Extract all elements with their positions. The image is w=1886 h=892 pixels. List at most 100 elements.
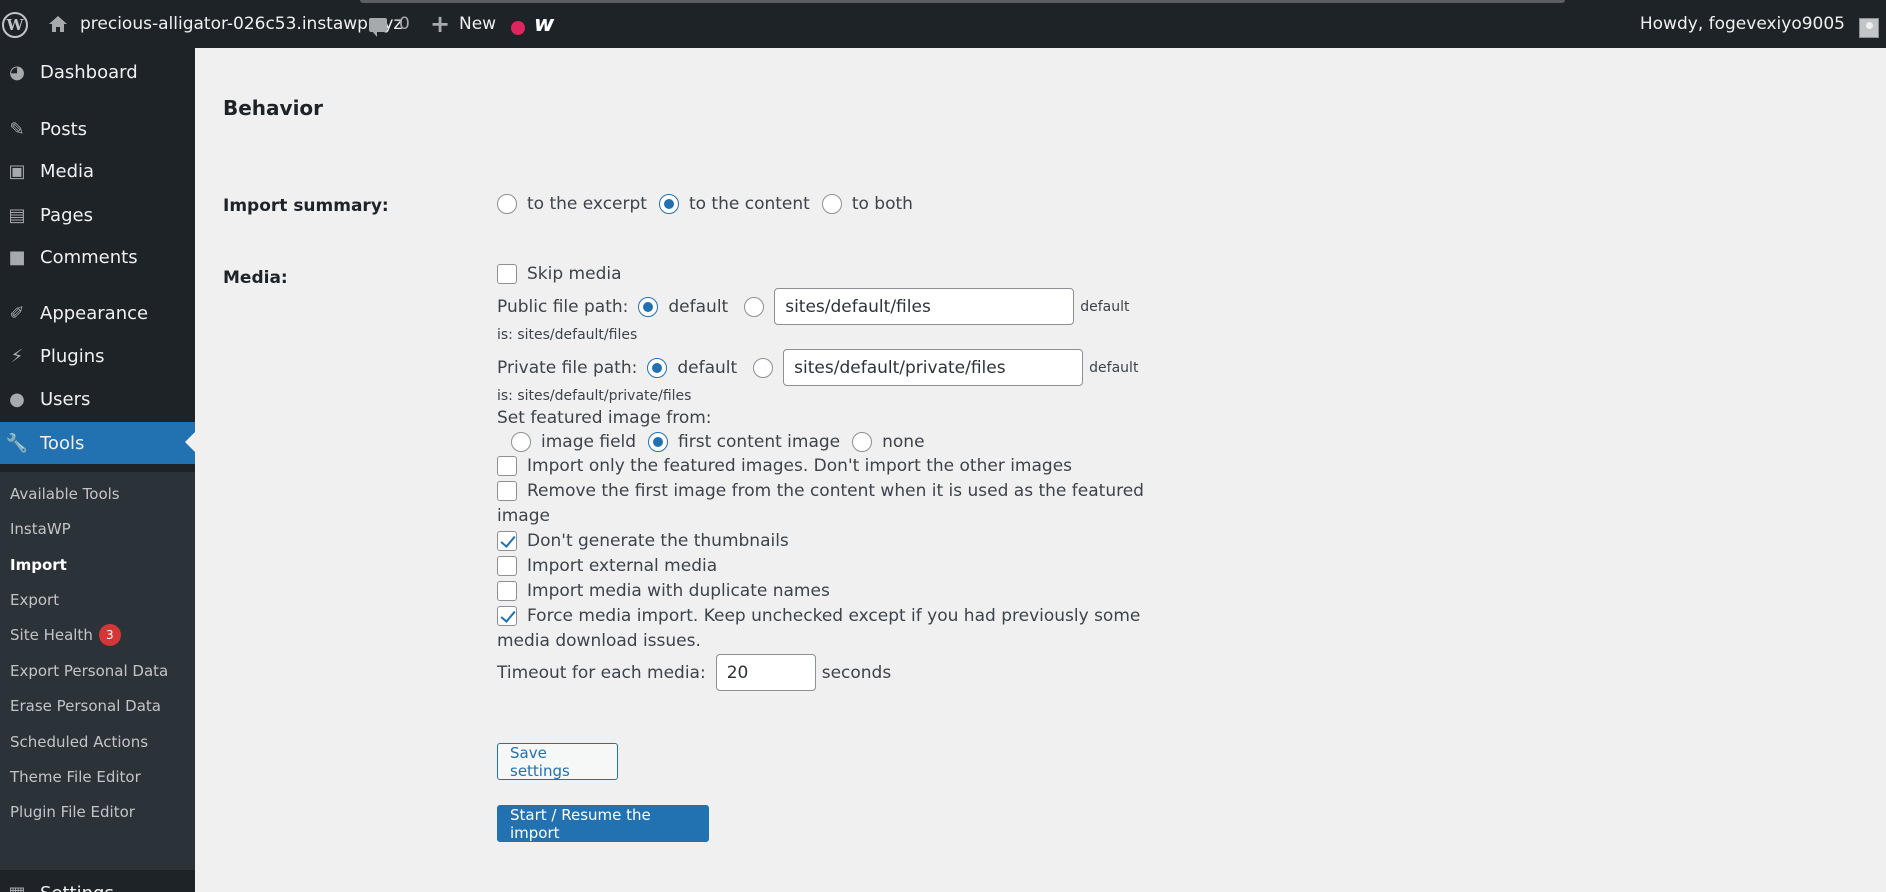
featured-image-field-radio[interactable] xyxy=(511,432,531,452)
private-path-input[interactable]: sites/default/private/files xyxy=(783,349,1084,386)
submenu-item-instawp[interactable]: InstaWP xyxy=(10,517,71,541)
settings-icon: ▦ xyxy=(6,883,28,892)
user-icon: ● xyxy=(9,388,25,410)
submenu-item-export-personal-data[interactable]: Export Personal Data xyxy=(10,659,168,683)
force-import-row: Force media import. Keep unchecked excep… xyxy=(497,606,1140,626)
comment-icon[interactable] xyxy=(369,18,387,37)
public-path-hint: default xyxy=(1080,298,1130,315)
private-path-custom-radio[interactable] xyxy=(753,357,774,378)
main-content: Behavior Import summary: to the excerpt … xyxy=(195,48,1886,892)
skip-media-row: Skip media xyxy=(497,264,622,284)
new-content-link[interactable]: New xyxy=(459,0,496,48)
comment-count[interactable]: 0 xyxy=(399,0,410,48)
submenu-item-scheduled-actions[interactable]: Scheduled Actions xyxy=(10,730,148,754)
brush-icon: ✐ xyxy=(9,302,25,324)
plug-icon: ⚡ xyxy=(10,345,24,367)
radio-label: default xyxy=(677,357,738,378)
account-greeting[interactable]: Howdy, fogevexiyo9005 xyxy=(1640,0,1845,48)
radio-label: to the excerpt xyxy=(527,194,647,214)
remove-first-row: Remove the first image from the content … xyxy=(497,481,1144,501)
radio-to-content[interactable] xyxy=(658,194,679,214)
timeout-label: Timeout for each media: xyxy=(497,662,706,683)
submenu-item-theme-file-editor[interactable]: Theme File Editor xyxy=(10,765,141,789)
public-path-label: Public file path: xyxy=(497,296,629,317)
remove-first-checkbox[interactable] xyxy=(497,481,517,501)
site-name-link[interactable]: precious-alligator-026c53.instawp.xyz xyxy=(80,0,402,48)
media-icon: ▣ xyxy=(8,160,26,182)
submenu-item-erase-personal-data[interactable]: Erase Personal Data xyxy=(10,694,161,718)
checkbox-label: Import external media xyxy=(527,556,718,576)
sidebar-item-label: Appearance xyxy=(40,302,149,324)
status-dot-icon[interactable] xyxy=(511,21,525,35)
public-path-row: Public file path: default sites/default/… xyxy=(497,288,1129,325)
sidebar-item-tools[interactable]: 🔧 Tools xyxy=(0,422,195,464)
pin-icon: ✎ xyxy=(9,118,25,140)
private-path-label: Private file path: xyxy=(497,357,638,378)
no-thumbnails-checkbox[interactable] xyxy=(497,531,517,551)
sidebar-item-posts[interactable]: ✎ Posts xyxy=(0,109,195,149)
submenu-item-available-tools[interactable]: Available Tools xyxy=(10,482,120,506)
radio-label: none xyxy=(882,432,925,452)
submenu-item-export[interactable]: Export xyxy=(10,588,59,612)
submenu-item-import[interactable]: Import xyxy=(10,553,67,577)
skip-media-checkbox[interactable] xyxy=(497,264,517,284)
featured-none-radio[interactable] xyxy=(852,432,873,452)
sidebar-item-dashboard[interactable]: ◕ Dashboard xyxy=(0,52,195,92)
sidebar-item-settings[interactable]: ▦ Settings xyxy=(0,873,195,892)
plus-icon[interactable]: + xyxy=(430,0,450,48)
timeout-row: Timeout for each media: 20 seconds xyxy=(497,654,891,691)
sidebar-item-pages[interactable]: ▤ Pages xyxy=(0,195,195,235)
private-path-hint: default xyxy=(1089,359,1139,376)
checkbox-label: Force media import. Keep unchecked excep… xyxy=(527,606,1141,626)
force-import-checkbox[interactable] xyxy=(497,606,517,626)
radio-label: first content image xyxy=(678,432,841,452)
media-label: Media: xyxy=(223,268,288,288)
checkbox-label: Import media with duplicate names xyxy=(527,581,830,601)
home-icon[interactable] xyxy=(48,15,68,33)
submenu-item-label: Site Health xyxy=(10,626,93,644)
wordpress-logo-icon[interactable]: W xyxy=(2,12,28,38)
radio-label: to both xyxy=(851,194,913,214)
submenu-item-plugin-file-editor[interactable]: Plugin File Editor xyxy=(10,800,135,824)
instawp-logo-icon[interactable]: w xyxy=(534,0,554,48)
sidebar-item-label: Plugins xyxy=(40,345,105,367)
wrench-icon: 🔧 xyxy=(5,432,29,454)
featured-first-content-radio[interactable] xyxy=(648,432,669,452)
sidebar-item-comments[interactable]: ■ Comments xyxy=(0,237,195,277)
public-path-input[interactable]: sites/default/files xyxy=(774,288,1075,325)
save-settings-button[interactable]: Save settings xyxy=(497,743,618,780)
private-path-row: Private file path: default sites/default… xyxy=(497,349,1138,386)
sidebar-item-label: Settings xyxy=(40,883,114,892)
start-import-button[interactable]: Start / Resume the import xyxy=(497,805,709,842)
radio-to-excerpt[interactable] xyxy=(497,194,517,214)
force-import-continuation: media download issues. xyxy=(497,631,701,651)
public-path-hint-line: is: sites/default/files xyxy=(497,327,638,343)
pages-icon: ▤ xyxy=(8,204,26,226)
submenu-item-site-health[interactable]: Site Health 3 xyxy=(10,623,121,647)
sidebar-item-media[interactable]: ▣ Media xyxy=(0,151,195,191)
external-media-checkbox[interactable] xyxy=(497,556,517,576)
sidebar-item-label: Dashboard xyxy=(40,61,138,83)
sidebar-item-users[interactable]: ● Users xyxy=(0,379,195,419)
sidebar-item-plugins[interactable]: ⚡ Plugins xyxy=(0,336,195,376)
only-featured-checkbox[interactable] xyxy=(497,456,517,476)
public-path-default-radio[interactable] xyxy=(638,296,659,317)
public-path-custom-radio[interactable] xyxy=(744,296,765,317)
checkbox-label: Don't generate the thumbnails xyxy=(527,531,789,551)
sidebar-item-label: Posts xyxy=(40,118,88,140)
private-path-default-radio[interactable] xyxy=(647,357,668,378)
timeout-input[interactable]: 20 xyxy=(715,654,816,691)
avatar[interactable] xyxy=(1859,18,1879,38)
comments-icon: ■ xyxy=(8,246,26,268)
sidebar-item-label: Media xyxy=(40,160,95,182)
checkbox-label: Import only the featured images. Don't i… xyxy=(527,456,1073,476)
section-heading: Behavior xyxy=(223,96,324,120)
sidebar-item-label: Pages xyxy=(40,204,93,226)
sidebar-item-appearance[interactable]: ✐ Appearance xyxy=(0,293,195,333)
import-summary-label: Import summary: xyxy=(223,196,389,216)
duplicate-names-checkbox[interactable] xyxy=(497,581,517,601)
admin-bar: W precious-alligator-026c53.instawp.xyz … xyxy=(0,0,1886,48)
remove-first-continuation: image xyxy=(497,506,550,526)
dashboard-icon: ◕ xyxy=(9,61,25,83)
radio-to-both[interactable] xyxy=(821,194,842,214)
